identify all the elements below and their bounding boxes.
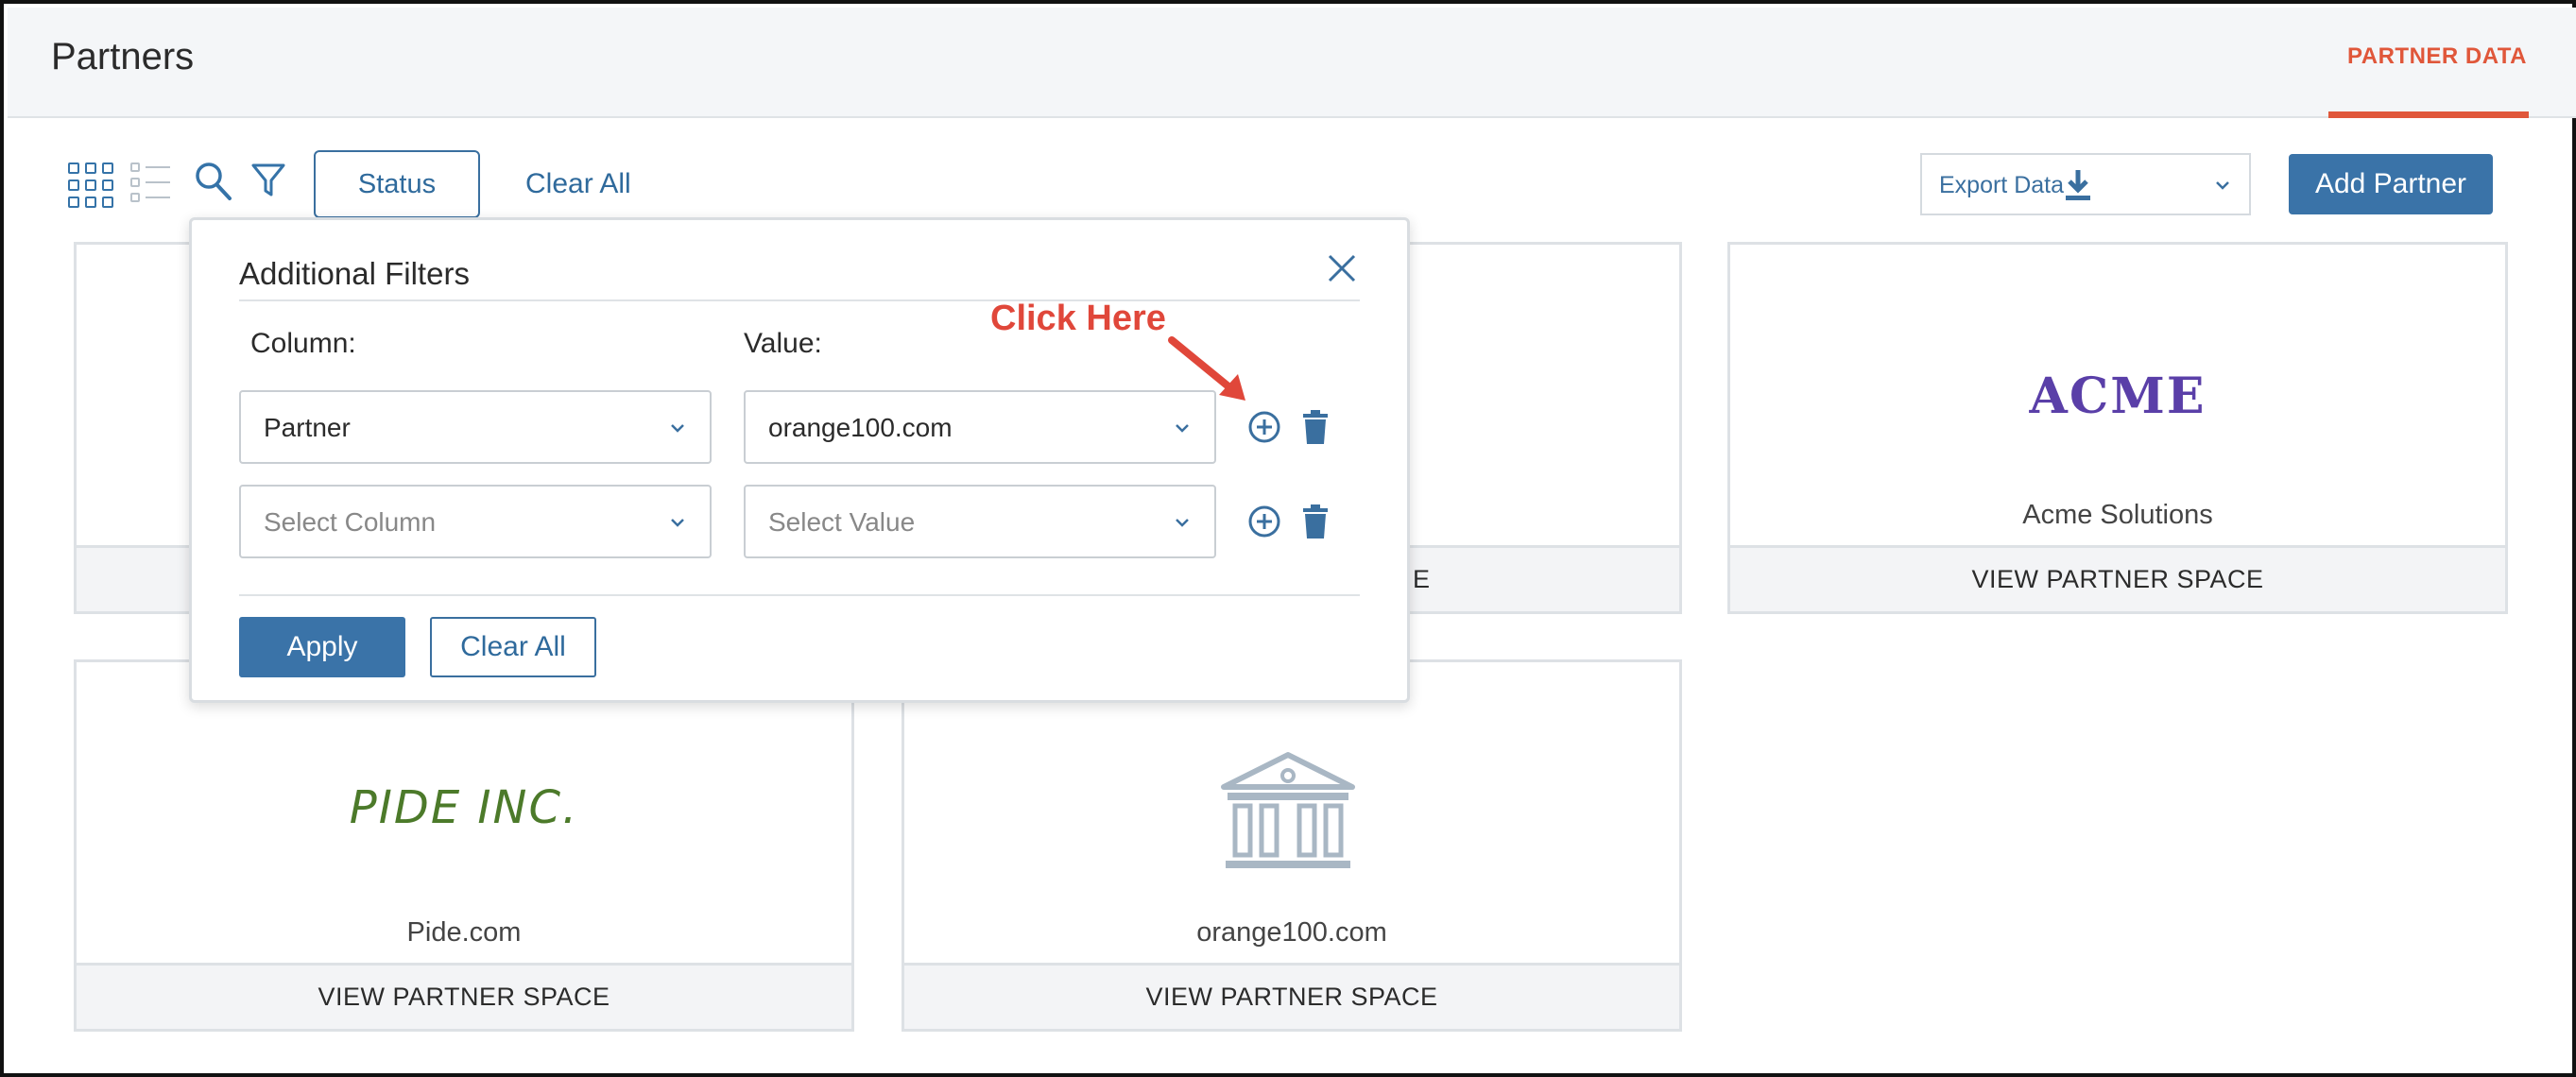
value-select-placeholder: Select Value bbox=[768, 507, 916, 537]
add-partner-button[interactable]: Add Partner bbox=[2289, 154, 2493, 214]
chevron-down-icon bbox=[671, 424, 684, 433]
partner-name: orange100.com bbox=[1196, 917, 1387, 948]
value-label: Value: bbox=[744, 328, 822, 359]
clear-all-link[interactable]: Clear All bbox=[525, 168, 631, 200]
column-select-placeholder: Select Column bbox=[264, 507, 437, 537]
column-select[interactable]: Select Column bbox=[239, 485, 712, 558]
view-partner-space-button[interactable]: VIEW PARTNER SPACE bbox=[1730, 545, 2505, 611]
close-icon[interactable] bbox=[1326, 252, 1358, 284]
view-partner-space-button[interactable]: VIEW PARTNER SPACE bbox=[904, 963, 1679, 1029]
column-label: Column: bbox=[250, 328, 356, 359]
popup-title: Additional Filters bbox=[239, 256, 470, 291]
divider bbox=[239, 299, 1360, 301]
trash-icon[interactable] bbox=[1297, 409, 1333, 445]
column-select-value: Partner bbox=[264, 413, 351, 442]
annotation-arrow-icon bbox=[1168, 336, 1245, 401]
download-icon bbox=[2066, 170, 2090, 200]
chevron-down-icon bbox=[2216, 181, 2229, 190]
trash-icon[interactable] bbox=[1297, 504, 1333, 539]
list-view-icon[interactable] bbox=[130, 162, 172, 208]
divider bbox=[239, 594, 1360, 596]
acme-logo: ACME bbox=[2029, 368, 2207, 425]
apply-button[interactable]: Apply bbox=[239, 617, 405, 677]
click-here-annotation: Click Here bbox=[990, 299, 1166, 338]
pide-logo: PIDE INC. bbox=[349, 781, 579, 834]
partner-name: Acme Solutions bbox=[2022, 500, 2213, 530]
partner-card[interactable]: orange100.com VIEW PARTNER SPACE bbox=[902, 659, 1682, 1032]
status-filter-button[interactable]: Status bbox=[314, 150, 480, 218]
add-row-icon[interactable] bbox=[1246, 504, 1282, 539]
column-select[interactable]: Partner bbox=[239, 390, 712, 464]
tab-partner-data[interactable]: PARTNER DATA bbox=[2347, 43, 2527, 70]
page-header: Partners PARTNER DATA bbox=[8, 8, 2576, 118]
value-select[interactable]: orange100.com bbox=[744, 390, 1216, 464]
value-select[interactable]: Select Value bbox=[744, 485, 1216, 558]
chevron-down-icon bbox=[1176, 519, 1189, 527]
export-data-label: Export Data bbox=[1939, 172, 2065, 198]
clear-all-button[interactable]: Clear All bbox=[430, 617, 596, 677]
search-icon[interactable] bbox=[195, 161, 232, 202]
view-partner-space-button[interactable]: VIEW PARTNER SPACE bbox=[77, 963, 851, 1029]
partner-card[interactable]: ACME Acme Solutions VIEW PARTNER SPACE bbox=[1727, 242, 2508, 614]
grid-view-icon[interactable] bbox=[68, 162, 113, 208]
additional-filters-popup: Additional Filters Column: Value: Partne… bbox=[189, 217, 1410, 703]
chevron-down-icon bbox=[1176, 424, 1189, 433]
page-title: Partners bbox=[51, 36, 195, 77]
value-select-value: orange100.com bbox=[768, 413, 953, 442]
app-window: Partners PARTNER DATA Status Clear All E… bbox=[0, 0, 2576, 1077]
chevron-down-icon bbox=[671, 519, 684, 527]
export-data-dropdown[interactable]: Export Data bbox=[1920, 153, 2251, 215]
partner-name: Pide.com bbox=[406, 917, 522, 948]
active-tab-indicator bbox=[2328, 111, 2529, 118]
filter-icon[interactable] bbox=[251, 162, 285, 198]
bank-icon bbox=[1221, 752, 1355, 868]
partner-card[interactable]: PIDE INC. Pide.com VIEW PARTNER SPACE bbox=[74, 659, 854, 1032]
